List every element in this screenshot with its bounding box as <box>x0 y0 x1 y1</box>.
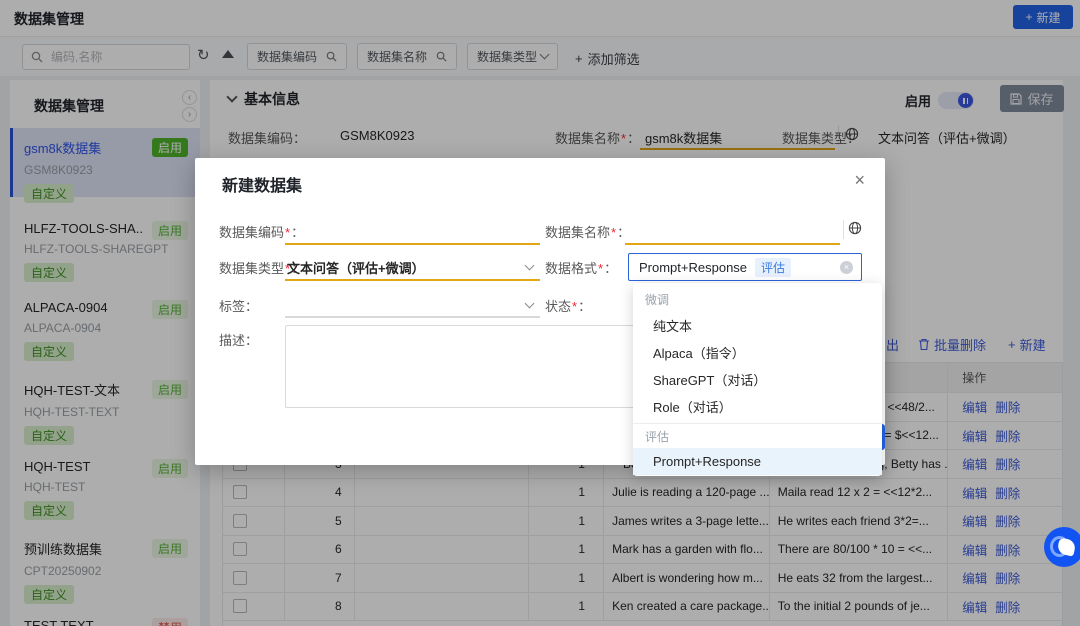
modal-name-underline <box>625 243 840 245</box>
format-dropdown: 微调 纯文本 Alpaca（指令） ShareGPT（对话） Role（对话） … <box>633 283 882 476</box>
assistant-floating-button[interactable] <box>1044 527 1080 567</box>
dropdown-option-role[interactable]: Role（对话） <box>633 394 882 421</box>
field-divider <box>843 220 844 239</box>
modal-type-select[interactable]: 文本问答（评估+微调） <box>287 258 425 277</box>
modal-title: 新建数据集 <box>222 178 303 195</box>
dropdown-option-sharegpt[interactable]: ShareGPT（对话） <box>633 367 882 394</box>
modal-format-label: 数据格式*： <box>545 261 618 276</box>
modal-format-select[interactable]: Prompt+Response 评估 × <box>628 253 862 281</box>
modal-type-underline <box>285 279 540 281</box>
modal-tag-label: 标签： <box>219 299 259 314</box>
format-value: Prompt+Response <box>639 259 748 275</box>
modal-name-input[interactable] <box>625 220 840 242</box>
modal-name-label: 数据集名称*： <box>545 225 631 240</box>
modal-status-label: 状态*： <box>545 299 592 314</box>
close-icon[interactable]: × <box>854 170 865 191</box>
modal-desc-label: 描述： <box>219 333 259 348</box>
dropdown-option-plain-text[interactable]: 纯文本 <box>633 313 882 340</box>
dropdown-group-finetune: 微调 <box>645 293 670 307</box>
modal-code-underline <box>285 243 540 245</box>
dropdown-option-prompt-response[interactable]: Prompt+Response <box>633 448 882 475</box>
dropdown-group-eval: 评估 <box>645 430 670 444</box>
dropdown-option-alpaca[interactable]: Alpaca（指令） <box>633 340 882 367</box>
chevron-down-icon <box>524 260 535 271</box>
dataset-management-page: 数据集管理 + 新建 ↻ 数据集编码 数据集名称 数据集类型 + <box>0 0 1080 626</box>
modal-tag-underline <box>285 316 540 318</box>
modal-tag-select[interactable] <box>285 294 540 316</box>
dropdown-divider <box>633 423 882 424</box>
globe-icon[interactable] <box>848 221 862 235</box>
format-group-tag: 评估 <box>755 257 792 277</box>
clear-icon[interactable]: × <box>840 260 853 274</box>
modal-code-input[interactable] <box>285 220 540 242</box>
